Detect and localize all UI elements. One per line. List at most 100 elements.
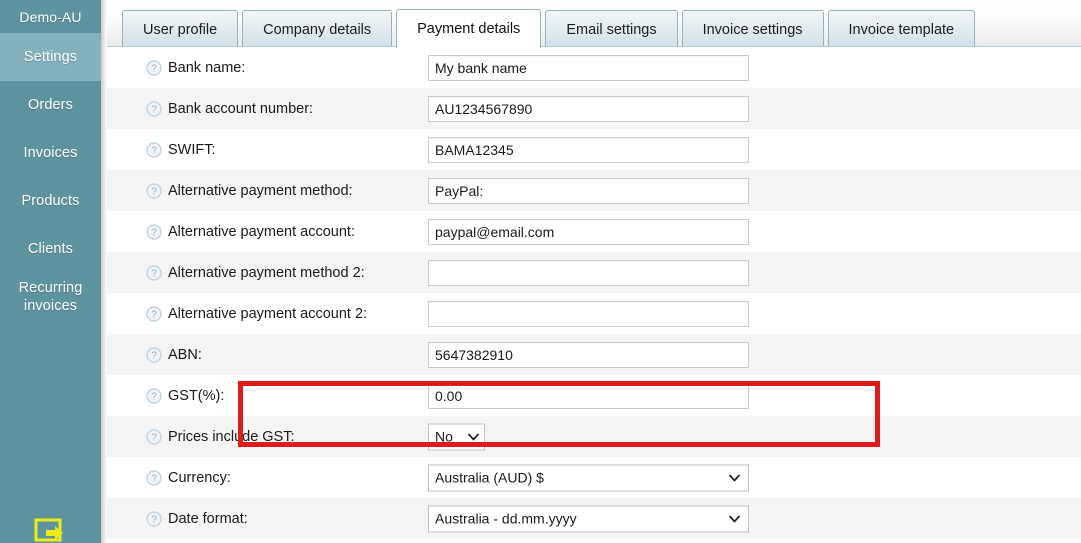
help-question-icon[interactable]: ? (146, 428, 162, 445)
field-label-bank-account-number: Bank account number: (168, 100, 314, 117)
svg-text:?: ? (151, 63, 157, 74)
settings-tab-strip: User profile Company details Payment detai… (107, 0, 1081, 49)
alt-payment-method-input[interactable]: PayPal: (428, 177, 749, 204)
sidebar-item-label: Products (21, 193, 80, 209)
bank-account-number-input[interactable]: AU1234567890 (428, 95, 749, 122)
bank-account-number-value: AU1234567890 (435, 100, 533, 117)
form-row-swift: ? SWIFT: BAMA12345 (107, 129, 1081, 170)
chevron-down-icon[interactable] (729, 474, 740, 481)
form-row-date-format: ? Date format: Australia - dd.mm.yyyy (107, 498, 1081, 539)
chevron-down-icon[interactable] (729, 515, 740, 522)
sidebar-item-clients[interactable]: Clients (0, 225, 101, 273)
gst-percent-value: 0.00 (435, 387, 463, 404)
form-row-alt-payment-method: ? Alternative payment method: PayPal: (107, 170, 1081, 211)
svg-text:?: ? (151, 186, 157, 197)
payment-details-form: ? Bank name: My bank name? Bank account num… (107, 47, 1081, 543)
tab-label: Invoice template (848, 21, 955, 38)
svg-text:?: ? (151, 432, 157, 443)
tab-payment-details[interactable]: Payment details (396, 9, 542, 49)
sidebar-item-recurring-invoices[interactable]: Recurring invoices (0, 273, 101, 321)
field-label-currency: Currency: (168, 469, 231, 486)
sidebar-item-label: Recurring invoices (18, 280, 83, 314)
prices-include-gst-selected-value: No (435, 428, 453, 445)
form-row-alt-payment-account-2: ? Alternative payment account 2: (107, 293, 1081, 334)
svg-text:?: ? (151, 145, 157, 156)
svg-text:?: ? (151, 104, 157, 115)
svg-text:?: ? (151, 473, 157, 484)
date-format-selected-value: Australia - dd.mm.yyyy (435, 510, 577, 527)
export-image-icon[interactable] (34, 518, 66, 543)
field-label-bank-name: Bank name: (168, 59, 246, 76)
tab-label: Invoice settings (702, 21, 803, 38)
tab-label: Company details (263, 21, 372, 38)
svg-text:?: ? (151, 309, 157, 320)
help-question-icon[interactable]: ? (146, 264, 162, 281)
sidebar-item-label: Orders (28, 97, 73, 113)
tab-user-profile[interactable]: User profile (122, 10, 239, 48)
help-question-icon[interactable]: ? (146, 100, 162, 117)
field-label-date-format: Date format: (168, 510, 248, 527)
tab-invoice-template[interactable]: Invoice template (827, 10, 976, 48)
alt-payment-method-value: PayPal: (435, 182, 484, 199)
svg-text:?: ? (151, 350, 157, 361)
tab-invoice-settings[interactable]: Invoice settings (681, 10, 824, 48)
tab-email-settings[interactable]: Email settings (545, 10, 678, 48)
alt-payment-method-2-input[interactable] (428, 259, 749, 286)
help-question-icon[interactable]: ? (146, 469, 162, 486)
help-question-icon[interactable]: ? (146, 141, 162, 158)
tab-label: User profile (143, 21, 218, 38)
field-label-prices-include-gst: Prices include GST: (168, 428, 295, 445)
gst-percent-input[interactable]: 0.00 (428, 382, 749, 409)
sidebar-item-label: Clients (27, 241, 74, 257)
alt-payment-account-2-input[interactable] (428, 300, 749, 327)
sidebar-item-label: Invoices (23, 145, 78, 161)
sidebar-item-orders[interactable]: Orders (0, 81, 101, 129)
alt-payment-account-value: paypal@email.com (435, 223, 555, 240)
sidebar-item-settings[interactable]: Settings (0, 33, 101, 81)
svg-text:?: ? (151, 227, 157, 238)
form-row-currency: ? Currency: Australia (AUD) $ (107, 457, 1081, 498)
field-label-alt-payment-account: Alternative payment account: (168, 223, 355, 240)
form-row-prices-include-gst: ? Prices include GST: No (107, 416, 1081, 457)
field-label-gst-percent: GST(%): (168, 387, 225, 404)
help-question-icon[interactable]: ? (146, 182, 162, 199)
help-question-icon[interactable]: ? (146, 346, 162, 363)
form-row-alt-payment-method-2: ? Alternative payment method 2: (107, 252, 1081, 293)
sidebar-item-products[interactable]: Products (0, 177, 101, 225)
currency-select[interactable]: Australia (AUD) $ (428, 464, 749, 491)
help-question-icon[interactable]: ? (146, 305, 162, 322)
abn-input[interactable]: 5647382910 (428, 341, 749, 368)
svg-text:?: ? (151, 268, 157, 279)
tab-label: Email settings (566, 21, 657, 38)
bank-name-value: My bank name (435, 59, 527, 76)
sidebar-item-label: Settings (23, 49, 78, 65)
sidebar-brand: Demo-AU (19, 8, 82, 25)
tab-company-details[interactable]: Company details (242, 10, 393, 48)
sidebar-navigation: Demo-AU Settings Orders Invoices Products Cl… (0, 0, 101, 543)
abn-value: 5647382910 (435, 346, 513, 363)
chevron-down-icon[interactable] (468, 433, 479, 440)
svg-text:?: ? (151, 391, 157, 402)
form-row-bank-name: ? Bank name: My bank name (107, 47, 1081, 88)
bank-name-input[interactable]: My bank name (428, 54, 749, 81)
help-question-icon[interactable]: ? (146, 387, 162, 404)
application-window: Demo-AU Settings Orders Invoices Products Cl… (0, 0, 1081, 543)
tab-label: Payment details (417, 21, 521, 37)
field-label-alt-payment-account-2: Alternative payment account 2: (168, 305, 368, 322)
field-label-alt-payment-method-2: Alternative payment method 2: (168, 264, 365, 281)
date-format-select[interactable]: Australia - dd.mm.yyyy (428, 505, 749, 532)
help-question-icon[interactable]: ? (146, 223, 162, 240)
swift-input[interactable]: BAMA12345 (428, 136, 749, 163)
main-content-area: User profile Company details Payment detai… (107, 0, 1081, 543)
swift-value: BAMA12345 (435, 141, 514, 158)
form-row-alt-payment-account: ? Alternative payment account: paypal@emai… (107, 211, 1081, 252)
help-question-icon[interactable]: ? (146, 510, 162, 527)
alt-payment-account-input[interactable]: paypal@email.com (428, 218, 749, 245)
sidebar-item-invoices[interactable]: Invoices (0, 129, 101, 177)
form-row-bank-account-number: ? Bank account number: AU1234567890 (107, 88, 1081, 129)
prices-include-gst-select[interactable]: No (428, 423, 485, 450)
field-label-abn: ABN: (168, 346, 202, 363)
field-label-alt-payment-method: Alternative payment method: (168, 182, 353, 199)
help-question-icon[interactable]: ? (146, 59, 162, 76)
field-label-swift: SWIFT: (168, 141, 216, 158)
